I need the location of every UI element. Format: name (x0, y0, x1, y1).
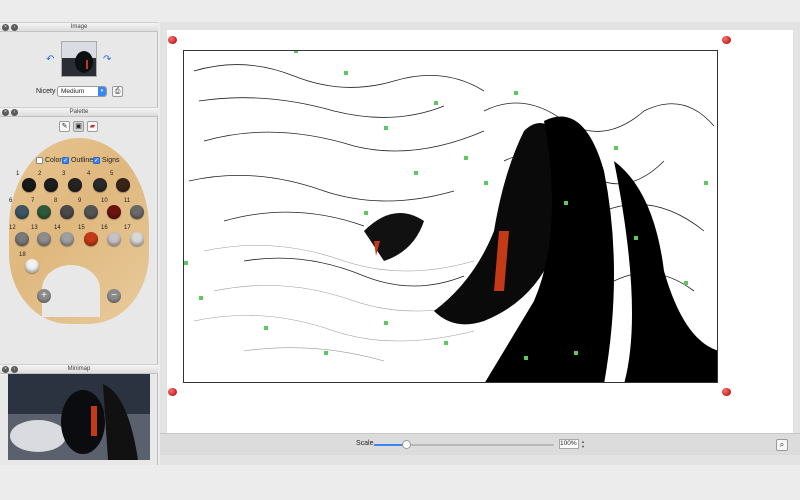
swatch-number: 13 (31, 225, 38, 231)
color-swatch[interactable] (107, 232, 121, 246)
panel-collapse-icon[interactable]: ‹ (11, 109, 18, 116)
panel-close-icon[interactable]: × (2, 109, 9, 116)
color-swatch[interactable] (44, 178, 58, 192)
image-thumbnail[interactable] (61, 41, 97, 77)
panel-collapse-icon[interactable]: ‹ (11, 366, 18, 373)
outline-drawing (184, 51, 717, 382)
add-color-button[interactable]: + (37, 289, 51, 303)
color-swatch[interactable] (107, 205, 121, 219)
color-swatch[interactable] (60, 232, 74, 246)
panel-close-icon[interactable]: × (2, 24, 9, 31)
pencil-icon: ✎ (61, 123, 68, 130)
minimap-image (8, 374, 150, 460)
swatch-number: 1 (16, 171, 20, 177)
export-image-button[interactable]: ⎙ (112, 86, 123, 97)
swatch-number: 7 (31, 198, 35, 204)
color-swatch[interactable] (130, 205, 144, 219)
fill-tool-button[interactable]: ▣ (73, 121, 84, 132)
bucket-icon: ▣ (75, 123, 82, 130)
minimap-panel-header: × ‹ Minimap (0, 364, 158, 374)
swatch-number: 6 (9, 198, 13, 204)
corner-pin-icon[interactable] (168, 388, 177, 396)
minimap-view[interactable] (8, 374, 150, 460)
toggle-outlines[interactable]: ✓ Outlines (62, 157, 97, 164)
color-swatch[interactable] (93, 178, 107, 192)
color-swatch[interactable] (116, 178, 130, 192)
panel-collapse-icon[interactable]: ‹ (11, 24, 18, 31)
scale-toolbar: Scale 100% ▲ ▼ ⌕ (160, 433, 800, 455)
color-swatch[interactable] (22, 178, 36, 192)
image-panel-title: Image (70, 24, 88, 30)
rotate-right-icon[interactable]: ↷ (103, 54, 111, 65)
remove-color-button[interactable]: − (107, 289, 121, 303)
checkbox[interactable]: ✓ (93, 157, 100, 164)
eraser-icon: ▰ (89, 123, 96, 130)
rotate-left-icon[interactable]: ↶ (46, 54, 54, 65)
magnifier-icon: ⌕ (779, 440, 785, 449)
swatch-number: 12 (9, 225, 16, 231)
swatch-number: 16 (101, 225, 108, 231)
palette-panel-header: × ‹ Palette (0, 107, 158, 117)
swatch-number: 17 (124, 225, 131, 231)
scale-label: Scale (356, 440, 374, 447)
nicety-value: Medium (61, 88, 85, 95)
minimap-panel-title: Minimap (67, 366, 91, 372)
image-panel-header: × ‹ Image (0, 22, 158, 32)
swatch-number: 14 (54, 225, 61, 231)
color-swatch[interactable] (84, 205, 98, 219)
corner-pin-icon[interactable] (722, 388, 731, 396)
nicety-label: Nicety (36, 88, 56, 95)
toggle-signs[interactable]: ✓ Signs (93, 157, 120, 164)
swatch-number: 3 (62, 171, 66, 177)
toggle-colors[interactable]: Colors (36, 157, 65, 164)
eraser-tool-button[interactable]: ▰ (87, 121, 98, 132)
zoom-button[interactable]: ⌕ (776, 439, 788, 451)
minus-icon: − (111, 290, 117, 301)
swatch-number: 2 (38, 171, 42, 177)
nicety-select[interactable]: Medium ▾ (57, 86, 107, 97)
corner-pin-icon[interactable] (168, 36, 177, 44)
checkbox[interactable] (36, 157, 43, 164)
color-swatch[interactable] (15, 232, 29, 246)
color-swatch[interactable] (25, 259, 39, 273)
scale-slider[interactable] (374, 440, 554, 449)
palette-panel-title: Palette (69, 109, 89, 115)
plus-icon: + (41, 290, 47, 301)
swatch-number: 5 (110, 171, 114, 177)
paint-by-number-canvas[interactable] (183, 50, 718, 383)
corner-pin-icon[interactable] (722, 36, 731, 44)
color-swatch[interactable] (60, 205, 74, 219)
color-swatch[interactable] (130, 232, 144, 246)
export-icon: ⎙ (114, 88, 121, 95)
color-swatch[interactable] (37, 205, 51, 219)
color-swatch[interactable] (37, 232, 51, 246)
color-swatch[interactable] (68, 178, 82, 192)
swatch-number: 8 (54, 198, 58, 204)
swatch-number: 18 (19, 252, 26, 258)
swatch-number: 15 (78, 225, 85, 231)
swatch-number: 10 (101, 198, 108, 204)
chevron-down-icon: ▾ (98, 87, 106, 96)
color-swatch[interactable] (15, 205, 29, 219)
scale-value-field[interactable]: 100% (559, 439, 579, 449)
palette-thumb-hole (42, 265, 100, 317)
color-swatch[interactable] (84, 232, 98, 246)
toggle-label: Signs (102, 157, 120, 164)
scale-stepper[interactable]: ▲ ▼ (581, 439, 586, 449)
swatch-number: 4 (87, 171, 91, 177)
pencil-tool-button[interactable]: ✎ (59, 121, 70, 132)
swatch-number: 11 (124, 198, 131, 204)
swatch-number: 9 (78, 198, 82, 204)
scale-slider-knob[interactable] (402, 440, 412, 449)
panel-close-icon[interactable]: × (2, 366, 9, 373)
checkbox[interactable]: ✓ (62, 157, 69, 164)
thumbnail-image (62, 42, 96, 76)
